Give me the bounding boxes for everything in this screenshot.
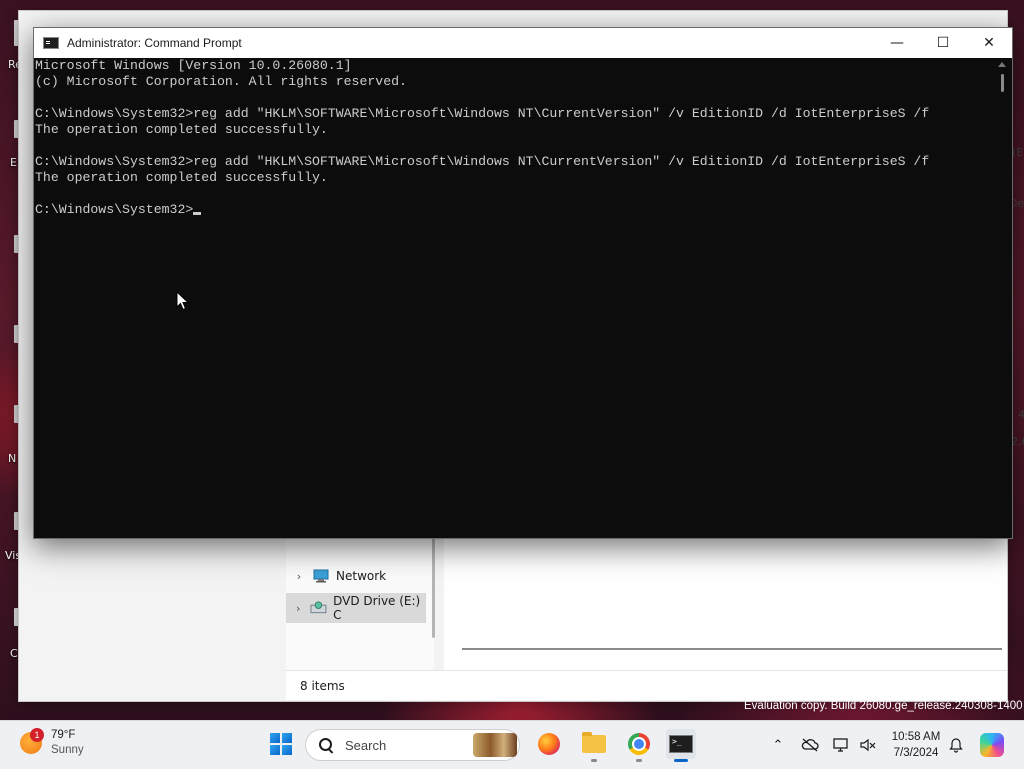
- explorer-horizontal-scrollbar[interactable]: [462, 648, 1002, 650]
- console-prompt: C:\Windows\System32>: [35, 202, 194, 217]
- close-button[interactable]: ✕: [966, 28, 1012, 58]
- running-app-indicator: [591, 759, 597, 762]
- network-status-icon[interactable]: [831, 735, 851, 755]
- speaker-mute-icon: [860, 738, 876, 752]
- chrome-icon: [628, 733, 650, 755]
- evaluation-watermark: Evaluation copy. Build 26080.ge_release.…: [744, 700, 1023, 712]
- maximize-button[interactable]: ☐: [920, 28, 966, 58]
- clock-time: 10:58 AM: [891, 731, 941, 743]
- console-prompt-line[interactable]: C:\Windows\System32>: [35, 202, 994, 218]
- close-icon: ✕: [983, 35, 995, 51]
- volume-muted-icon[interactable]: [858, 735, 878, 755]
- search-placeholder: Search: [345, 737, 387, 753]
- chevron-right-icon[interactable]: ›: [286, 570, 312, 583]
- clock-date: 7/3/2024: [893, 747, 939, 759]
- taskbar[interactable]: 1 79°F Sunny Search ⌃: [0, 720, 1024, 769]
- onedrive-offline-icon[interactable]: [800, 735, 820, 755]
- weather-condition: Sunny: [51, 744, 84, 756]
- nav-item-label: DVD Drive (E:) C: [333, 594, 421, 622]
- network-icon: [313, 569, 329, 583]
- command-prompt-icon[interactable]: [43, 37, 59, 49]
- item-count: 8 items: [300, 678, 345, 693]
- command-prompt-icon: [669, 735, 693, 753]
- explorer-nav-scrollbar[interactable]: [432, 538, 435, 638]
- console-line: C:\Windows\System32>reg add "HKLM\SOFTWA…: [35, 106, 930, 121]
- console-line: Microsoft Windows [Version 10.0.26080.1]: [35, 58, 352, 73]
- windows-logo-icon: [270, 733, 292, 755]
- firefox-icon: [538, 733, 560, 755]
- console-line: (c) Microsoft Corporation. All rights re…: [35, 74, 407, 89]
- monitor-network-icon: [833, 738, 848, 752]
- explorer-status-bar: 8 items: [286, 670, 1007, 700]
- scrollbar-thumb[interactable]: [1001, 74, 1004, 92]
- file-explorer-taskbar-button[interactable]: [579, 729, 609, 759]
- scroll-up-arrow-icon[interactable]: [998, 62, 1006, 67]
- copilot-icon[interactable]: [980, 733, 1004, 757]
- maximize-icon: ☐: [936, 35, 950, 51]
- dvd-drive-icon: [310, 601, 327, 614]
- bell-icon: [949, 738, 963, 753]
- sunny-weather-icon: 1: [20, 728, 44, 754]
- show-hidden-icons-button[interactable]: ⌃: [768, 735, 788, 755]
- weather-temperature: 79°F: [51, 729, 76, 741]
- weather-widget[interactable]: 1 79°F Sunny: [20, 728, 84, 758]
- console-line: The operation completed successfully.: [35, 170, 328, 185]
- chevron-up-icon: ⌃: [772, 737, 784, 753]
- search-highlight-image: [473, 733, 517, 757]
- firefox-taskbar-button[interactable]: [534, 729, 564, 759]
- start-button[interactable]: [266, 729, 296, 759]
- nav-item-label: Network: [336, 569, 387, 583]
- window-title: Administrator: Command Prompt: [67, 36, 242, 50]
- cmd-title-bar[interactable]: Administrator: Command Prompt — ☐ ✕: [34, 28, 1012, 58]
- explorer-edge-text: (E:): [1012, 146, 1024, 159]
- console-scrollbar[interactable]: [994, 58, 1011, 538]
- console-line: C:\Windows\System32>reg add "HKLM\SOFTWA…: [35, 154, 930, 169]
- mouse-pointer-icon: [176, 291, 190, 311]
- command-prompt-taskbar-button[interactable]: [666, 729, 696, 759]
- taskbar-search-box[interactable]: Search: [305, 729, 520, 761]
- running-app-indicator: [636, 759, 642, 762]
- text-cursor: [193, 212, 202, 215]
- cloud-off-icon: [801, 738, 819, 752]
- minimize-button[interactable]: —: [874, 28, 920, 58]
- active-app-indicator: [674, 759, 688, 762]
- search-icon: [319, 738, 333, 752]
- explorer-edge-text: 4: [1018, 408, 1024, 421]
- system-clock[interactable]: 10:58 AM 7/3/2024: [884, 729, 948, 761]
- explorer-content-pane[interactable]: [444, 538, 1007, 670]
- nav-item-network[interactable]: › Network: [286, 561, 426, 591]
- notification-badge: 1: [30, 728, 44, 742]
- command-prompt-window[interactable]: Administrator: Command Prompt — ☐ ✕ Micr…: [33, 27, 1013, 539]
- notifications-button[interactable]: [946, 735, 966, 755]
- minimize-icon: —: [890, 35, 904, 51]
- nav-item-dvd-drive[interactable]: › DVD Drive (E:) C: [286, 593, 426, 623]
- explorer-navigation-pane[interactable]: › Network › DVD Drive (E:) C: [286, 538, 434, 670]
- chrome-taskbar-button[interactable]: [624, 729, 654, 759]
- file-explorer-icon: [582, 732, 606, 753]
- weather-text: 79°F Sunny: [51, 728, 84, 758]
- chevron-right-icon[interactable]: ›: [286, 602, 310, 615]
- console-line: The operation completed successfully.: [35, 122, 328, 137]
